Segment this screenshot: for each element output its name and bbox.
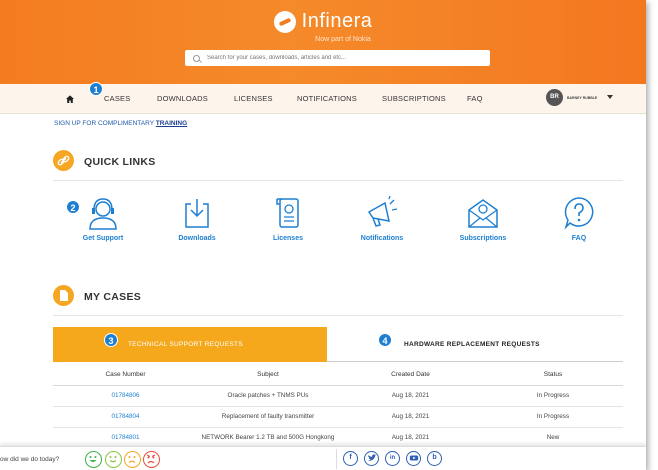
case-date: Aug 18, 2021 [338,406,483,428]
case-date: Aug 18, 2021 [338,427,483,449]
quick-link-label: Notifications [360,235,404,242]
quick-link-label: Subscriptions [459,235,507,242]
quick-link-licenses[interactable]: Licenses [248,196,328,242]
case-status: In Progress [483,406,623,428]
home-icon[interactable] [66,95,74,103]
table-row[interactable]: 01784801 NETWORK Bearer 1.2 TB and 500G … [53,427,623,449]
case-subject: Replacement of faulty transmitter [198,406,338,428]
avatar[interactable]: BR [546,89,563,106]
training-link[interactable]: TRAINING [156,120,187,127]
support-portal: Infinera Now part of Nokia CASES DOWNLOA… [0,0,646,470]
case-number-link[interactable]: 01784804 [53,406,198,428]
twitter-icon[interactable] [364,451,379,466]
download-icon [185,199,209,228]
column-header[interactable]: Status [483,365,623,386]
case-subject: Oracle patches + TNMS PUs [198,385,338,407]
quick-link-subscriptions[interactable]: Subscriptions [443,196,523,242]
table-header-row: Case Number Subject Created Date Status [53,365,623,386]
search-bar[interactable] [185,50,490,66]
divider [53,180,623,181]
youtube-icon[interactable] [406,451,421,466]
case-number-link[interactable]: 01784806 [53,385,198,407]
very-happy-face-icon[interactable] [85,451,102,468]
brand-subtitle: Now part of Nokia [315,36,371,43]
quick-link-downloads[interactable]: Downloads [157,196,237,242]
tab-technical-support[interactable]: TECHNICAL SUPPORT REQUESTS [53,327,327,362]
column-header[interactable]: Subject [198,365,338,386]
divider [53,315,623,316]
quick-link-faq[interactable]: FAQ [539,196,619,242]
quick-links-title: QUICK LINKS [84,156,156,168]
quick-link-label: FAQ [571,235,587,242]
quick-link-label: Get Support [82,235,124,242]
nav-cases[interactable]: CASES [104,94,130,103]
search-input[interactable] [207,55,477,61]
nav-notifications[interactable]: NOTIFICATIONS [297,94,357,103]
quick-link-label: Licenses [273,235,303,242]
feedback-question: ow did we do today? [0,456,60,463]
nav-subscriptions[interactable]: SUBSCRIPTIONS [382,94,446,103]
case-number-link[interactable]: 01784801 [53,427,198,449]
chevron-down-icon[interactable] [607,95,613,99]
envelope-icon [468,199,498,228]
link-icon [53,150,74,171]
header-banner: Infinera Now part of Nokia [0,0,646,84]
happy-face-icon[interactable] [105,451,122,468]
search-icon[interactable] [193,54,200,62]
quick-link-notifications[interactable]: Notifications [342,196,422,242]
annotation-badge-4: 4 [378,333,392,347]
document-icon [53,285,74,306]
case-date: Aug 18, 2021 [338,385,483,407]
question-bubble-icon [564,197,594,230]
annotation-badge-1: 1 [89,82,103,96]
headset-agent-icon [89,198,117,230]
infinera-logo-icon [273,10,296,33]
quick-link-label: Downloads [178,235,216,242]
nav-licenses[interactable]: LICENSES [234,94,273,103]
my-cases-title: MY CASES [84,291,142,303]
case-subject: NETWORK Bearer 1.2 TB and 500G Hongkong [198,427,338,449]
case-status: In Progress [483,385,623,407]
linkedin-icon[interactable]: in [385,451,400,466]
training-signup: SIGN UP FOR COMPLIMENTARY TRAINING [54,120,187,127]
case-status: New [483,427,623,449]
brand-name: Infinera [301,10,373,32]
table-row[interactable]: 01784804 Replacement of faulty transmitt… [53,406,623,428]
nav-faq[interactable]: FAQ [467,94,483,103]
footer-divider [336,449,337,469]
user-name[interactable]: BARNEY RUBBLE [567,96,597,100]
megaphone-icon [367,196,398,227]
tab-label: TECHNICAL SUPPORT REQUESTS [128,341,243,348]
tab-hardware-replacement[interactable]: HARDWARE REPLACEMENT REQUESTS [327,327,623,362]
cases-table: Case Number Subject Created Date Status … [53,365,623,449]
blog-icon[interactable]: b [427,451,442,466]
sad-face-icon[interactable] [124,451,141,468]
column-header[interactable]: Case Number [53,365,198,386]
angry-face-icon[interactable] [143,451,160,468]
license-scroll-icon [276,198,299,228]
signup-text: SIGN UP FOR COMPLIMENTARY [54,120,156,127]
facebook-icon[interactable]: f [343,451,358,466]
brand-logo[interactable]: Infinera [0,10,646,33]
annotation-badge-3: 3 [104,333,118,347]
column-header[interactable]: Created Date [338,365,483,386]
tab-label: HARDWARE REPLACEMENT REQUESTS [404,341,540,348]
annotation-badge-2: 2 [66,200,80,214]
feedback-footer: ow did we do today? f in b [0,446,646,470]
table-row[interactable]: 01784806 Oracle patches + TNMS PUs Aug 1… [53,385,623,407]
nav-downloads[interactable]: DOWNLOADS [157,94,208,103]
